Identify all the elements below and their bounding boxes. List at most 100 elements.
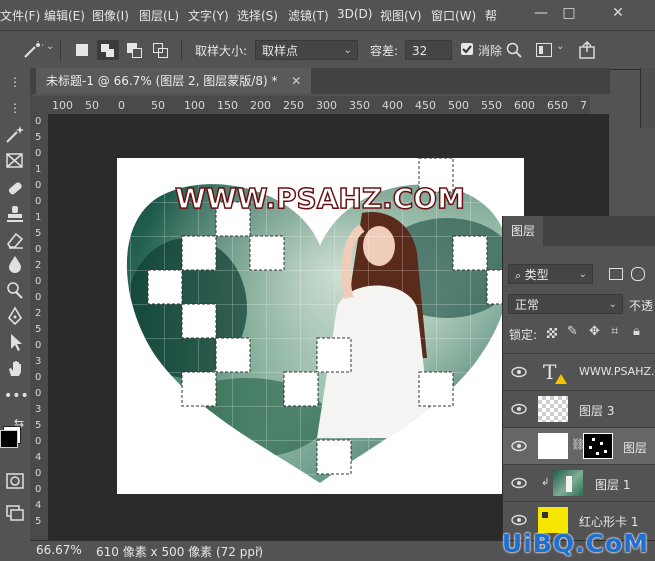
ruler-tick-label: 0	[35, 244, 42, 255]
tolerance-input[interactable]: 32	[405, 40, 452, 60]
antialias-checkbox[interactable]	[461, 43, 473, 55]
status-chevron-icon[interactable]: ›	[256, 542, 261, 556]
close-tab-icon[interactable]: ✕	[291, 74, 301, 88]
heart-photo-artwork[interactable]: WWW.PSAHZ.COM	[117, 157, 524, 494]
collapsed-panel[interactable]	[640, 68, 655, 128]
ruler-tick-label: 3	[35, 404, 42, 415]
share-icon[interactable]	[578, 41, 596, 59]
layer-thumbnail	[538, 433, 568, 459]
ruler-tick-label: 100	[52, 99, 73, 112]
layer-row-layer3[interactable]: 图层 3	[503, 390, 655, 428]
layer-row-layer1[interactable]: ↲ 图层 1	[503, 464, 655, 502]
menu-edit[interactable]: 编辑(E)	[44, 7, 85, 24]
layers-tab[interactable]: 图层	[503, 216, 543, 246]
subtract-selection-icon[interactable]	[127, 43, 142, 58]
site-watermark: UiBQ.CoM	[501, 529, 649, 558]
ruler-tick-label: 0	[35, 372, 42, 383]
sample-size-value: 取样点	[262, 44, 299, 58]
path-selection-icon[interactable]	[5, 332, 25, 352]
minimize-icon[interactable]: —	[527, 2, 555, 24]
blend-mode-dropdown[interactable]: 正常 ⌄	[508, 294, 623, 314]
pen-tool-icon[interactable]	[5, 306, 25, 326]
lock-transparent-icon[interactable]	[547, 328, 557, 338]
hand-tool-icon[interactable]	[5, 358, 25, 378]
vertical-ruler[interactable]: 0 5 0 1 0 0 1 5 0 2 0 0 2 5 0 3 0 0 3 5 0 4 0 0 4 5	[30, 114, 49, 540]
maximize-icon[interactable]: □	[555, 2, 583, 24]
blur-tool-icon[interactable]	[5, 254, 25, 274]
add-selection-button[interactable]	[97, 40, 119, 60]
healing-brush-icon[interactable]	[5, 178, 25, 198]
visibility-eye-icon[interactable]	[511, 439, 527, 453]
ruler-tick-label: 400	[382, 99, 403, 112]
document-tab-bar: 未标题-1 @ 66.7% (图层 2, 图层蒙版/8) * ✕	[30, 68, 610, 94]
pixel-layer-filter-icon[interactable]	[609, 268, 623, 280]
menu-filter[interactable]: 滤镜(T)	[288, 7, 329, 24]
ruler-tick-label: 0	[35, 148, 42, 159]
document-canvas[interactable]: WWW.PSAHZ.COM	[117, 157, 524, 494]
toolbar: ⋮ ⋮ ••• ⇆	[0, 68, 31, 543]
visibility-eye-icon[interactable]	[511, 513, 527, 527]
magic-wand-icon[interactable]	[22, 41, 44, 59]
lock-pixels-icon[interactable]: ✎	[567, 324, 578, 339]
visibility-eye-icon[interactable]	[511, 476, 527, 490]
screen-mode-icon[interactable]	[5, 504, 25, 522]
drag-handle-icon[interactable]: ⋮	[4, 98, 26, 118]
ruler-tick-label: 0	[35, 276, 42, 287]
lock-artboard-icon[interactable]: ⌗	[611, 324, 618, 339]
background-color-swatch[interactable]	[0, 430, 18, 448]
layer-filter-dropdown[interactable]: ⌕ 类型 ⌄	[508, 264, 593, 284]
ruler-tick-label: 4	[35, 452, 42, 463]
workspace-chevron-icon[interactable]: ⌄	[556, 41, 564, 52]
magic-wand-tool-icon[interactable]	[5, 124, 25, 144]
layer-thumbnail	[553, 470, 583, 496]
eraser-icon[interactable]	[5, 230, 25, 250]
new-selection-icon[interactable]	[76, 44, 88, 56]
intersect-selection-icon[interactable]	[153, 43, 168, 58]
toolbar-grip-icon: ⋮	[9, 75, 21, 89]
visibility-eye-icon[interactable]	[511, 365, 527, 379]
menu-select[interactable]: 选择(S)	[237, 7, 278, 24]
menu-3d[interactable]: 3D(D)	[337, 7, 372, 21]
document-tab[interactable]: 未标题-1 @ 66.7% (图层 2, 图层蒙版/8) * ✕	[36, 68, 312, 94]
divider	[60, 39, 61, 61]
menu-window[interactable]: 窗口(W)	[431, 7, 476, 24]
chevron-down-icon: ⌄	[578, 269, 587, 280]
tolerance-value: 32	[412, 44, 428, 58]
layer-name: 图层 3	[579, 404, 615, 418]
layer-mask-thumbnail[interactable]	[583, 433, 613, 459]
menu-help[interactable]: 帮	[485, 7, 497, 24]
layer-row-layer2[interactable]: ⛓︎ 图层	[503, 427, 655, 465]
lock-position-icon[interactable]: ✥	[589, 324, 600, 339]
adjustment-filter-icon[interactable]	[631, 267, 645, 281]
menu-image[interactable]: 图像(I)	[92, 7, 129, 24]
quick-mask-icon[interactable]	[5, 472, 25, 490]
ruler-tick-label: 0	[35, 468, 42, 479]
visibility-eye-icon[interactable]	[511, 402, 527, 416]
tolerance-label: 容差:	[370, 44, 399, 58]
clone-stamp-icon[interactable]	[5, 204, 25, 224]
tool-preset-chevron-icon[interactable]: ⌄	[46, 41, 54, 52]
menu-bar: 文件(F) 编辑(E) 图像(I) 图层(L) 文字(Y) 选择(S) 滤镜(T…	[0, 0, 655, 30]
dodge-tool-icon[interactable]	[5, 280, 25, 300]
close-icon[interactable]: ✕	[604, 2, 632, 24]
ruler-tick-label: 5	[35, 228, 42, 239]
zoom-level[interactable]: 66.67%	[36, 543, 82, 557]
menu-file[interactable]: 文件(F)	[0, 7, 40, 24]
antialias-label: 消除	[478, 44, 503, 58]
workspace-icon[interactable]	[536, 43, 552, 57]
crop-frame-icon[interactable]	[5, 152, 25, 170]
search-icon: ⌕	[515, 269, 525, 282]
menu-view[interactable]: 视图(V)	[380, 7, 422, 24]
layer-row-text[interactable]: T WWW.PSAHZ.COM	[503, 353, 655, 391]
sample-size-dropdown[interactable]: 取样点 ⌄	[255, 40, 358, 60]
menu-layer[interactable]: 图层(L)	[139, 7, 179, 24]
search-icon[interactable]	[506, 42, 522, 58]
menu-type[interactable]: 文字(Y)	[188, 7, 229, 24]
ruler-tick-label: 2	[35, 308, 42, 319]
ruler-tick-label: 0	[35, 180, 42, 191]
ruler-tick-label: 5	[35, 420, 42, 431]
ruler-tick-label: 150	[217, 99, 238, 112]
lock-all-icon[interactable]: 🔒︎	[633, 324, 640, 339]
horizontal-ruler[interactable]: 100 50 0 50 100 150 200 250 300 350 400 450 500 550 60…	[50, 96, 590, 115]
opacity-label: 不透	[629, 299, 654, 313]
